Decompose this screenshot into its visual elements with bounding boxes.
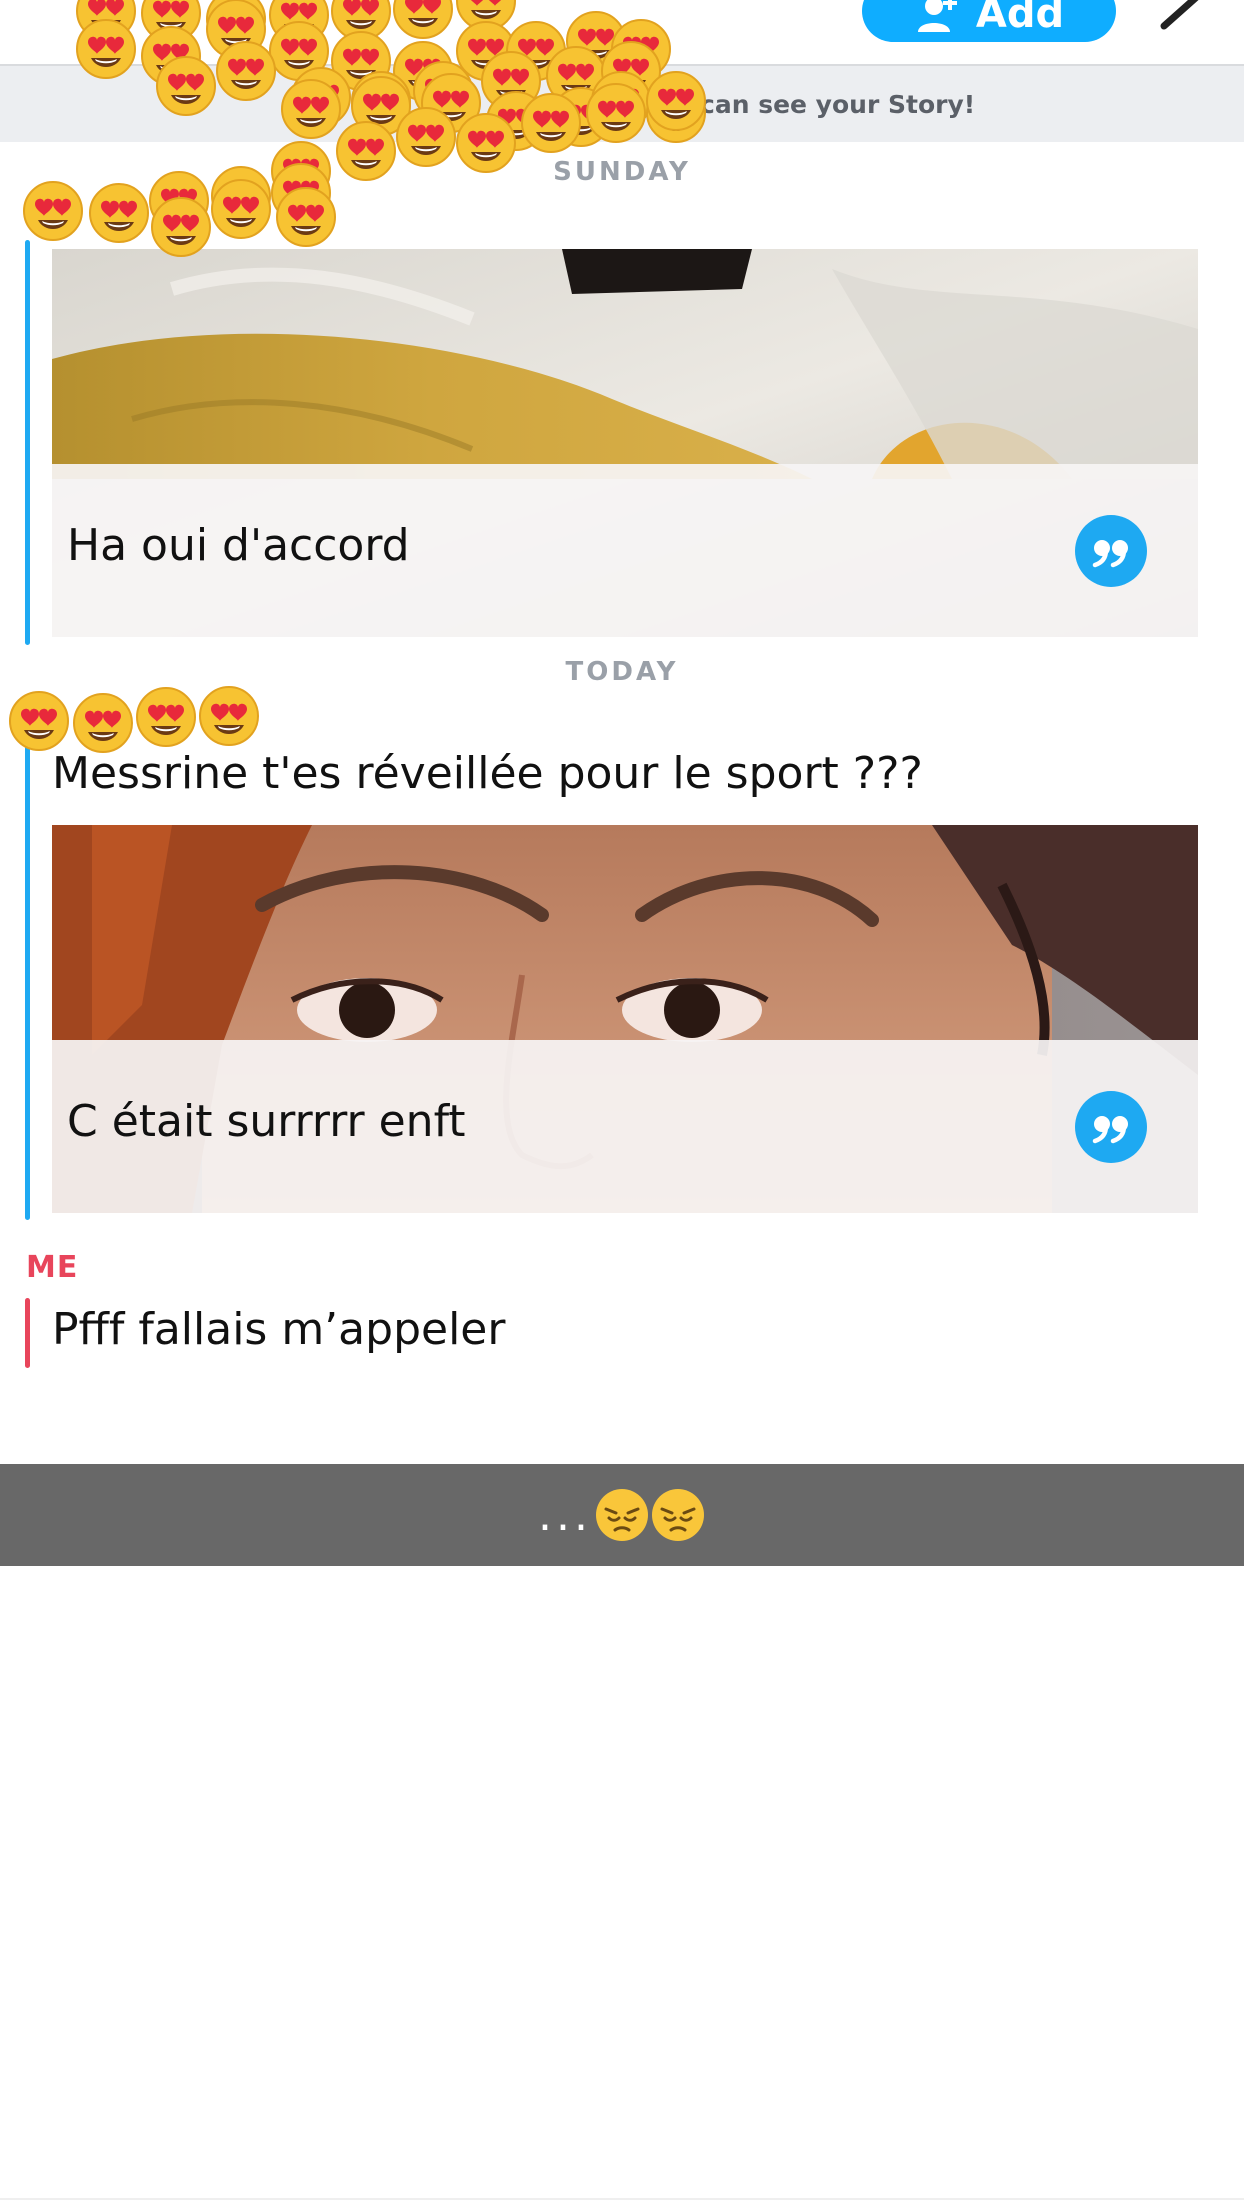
story-notice-text: can see your Story! <box>700 90 976 119</box>
add-friend-button[interactable]: Add <box>862 0 1116 42</box>
me-thread-bar <box>25 1298 30 1368</box>
day-separator-sunday: SUNDAY <box>553 157 691 187</box>
chat-screen: Add can see your Story! SUNDAY Ha oui d'… <box>0 0 1244 2208</box>
heart-eyes-emoji <box>136 687 196 747</box>
day-separator-today: TODAY <box>565 657 679 687</box>
snap-caption: Ha oui d'accord <box>67 520 410 571</box>
heart-eyes-emoji <box>211 179 271 239</box>
snap-caption-area: Ha oui d'accord <box>52 464 1198 637</box>
friend-message-text: Messrine t'es réveillée pour le sport ??… <box>52 748 923 799</box>
quote-reply-icon[interactable] <box>1075 1091 1147 1163</box>
sender-label-me: ME <box>26 1250 79 1285</box>
snap-reply-card[interactable]: Ha oui d'accord <box>52 249 1198 637</box>
me-message-text: Pfff fallais m’appeler <box>52 1304 506 1355</box>
chat-header: Add <box>0 0 1244 66</box>
quote-reply-icon[interactable] <box>1075 515 1147 587</box>
pensive-face-emoji <box>595 1489 648 1541</box>
snap-caption-area: C était surrrrr enft <box>52 1040 1198 1213</box>
add-friend-icon <box>917 0 957 32</box>
typing-indicator: ... <box>0 1464 1244 1566</box>
snap-reply-card[interactable]: C était surrrrr enft <box>52 825 1198 1213</box>
heart-eyes-emoji <box>73 693 133 753</box>
typing-dots: ... <box>538 1489 592 1541</box>
edit-pencil-icon[interactable] <box>1160 0 1210 30</box>
add-friend-label: Add <box>975 0 1065 37</box>
heart-eyes-emoji <box>276 187 336 247</box>
heart-eyes-emoji <box>89 183 149 243</box>
snap-caption: C était surrrrr enft <box>67 1096 466 1147</box>
heart-eyes-emoji <box>9 691 69 751</box>
story-notice-banner: can see your Story! <box>0 66 1244 142</box>
friend-thread-bar <box>25 740 30 1220</box>
friend-thread-bar <box>25 240 30 645</box>
heart-eyes-emoji <box>199 686 259 746</box>
heart-eyes-emoji <box>23 181 83 241</box>
pensive-face-emoji <box>651 1489 704 1541</box>
bottom-divider <box>0 2198 1244 2200</box>
